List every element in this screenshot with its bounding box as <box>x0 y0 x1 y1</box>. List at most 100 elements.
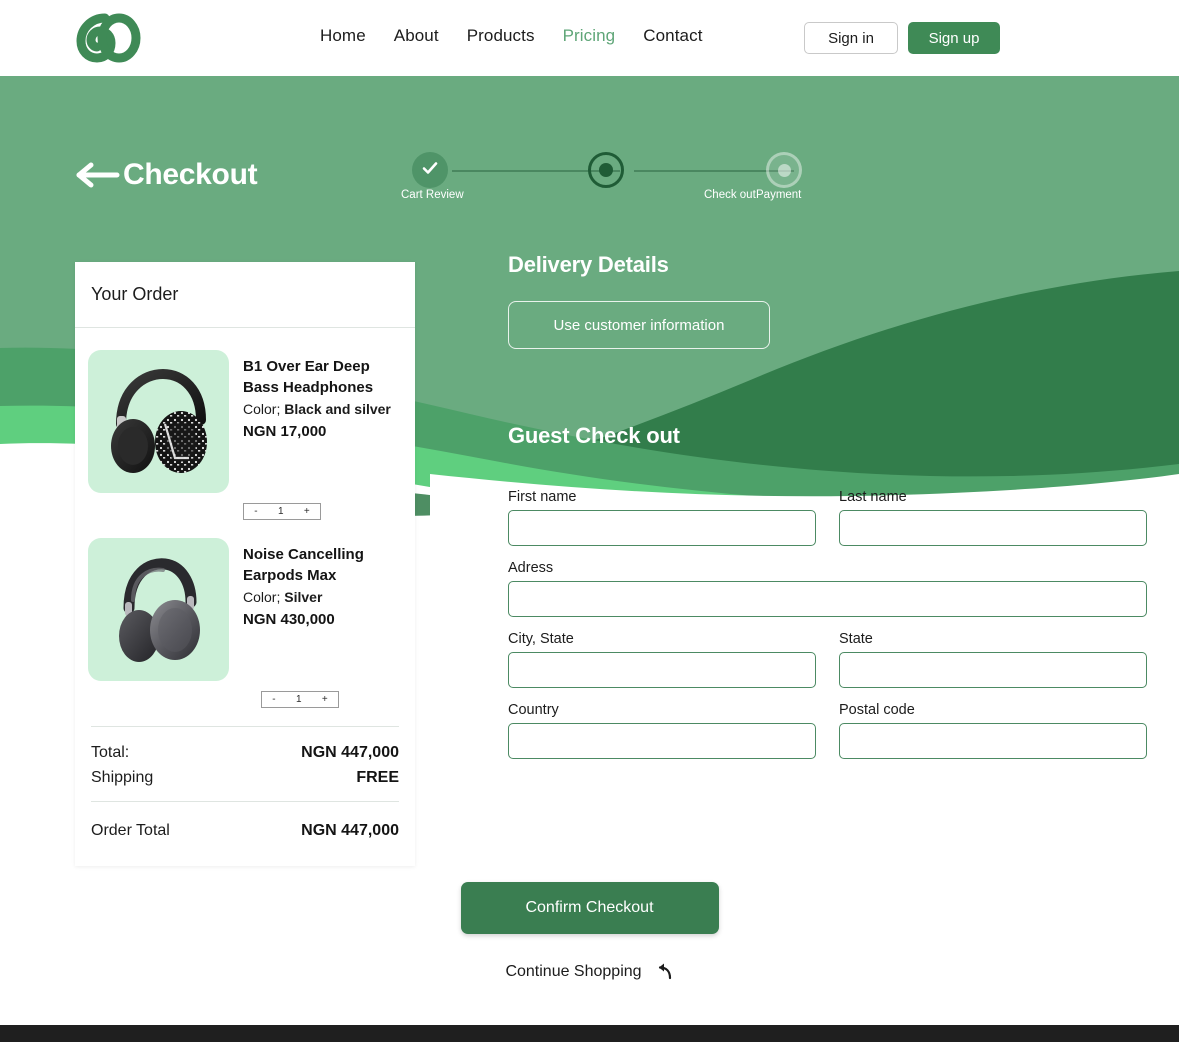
continue-shopping-link[interactable]: Continue Shopping <box>505 962 673 982</box>
color-value: Black and silver <box>284 401 391 417</box>
page-title: Checkout <box>123 158 258 191</box>
auth-buttons: Sign in Sign up <box>804 22 1000 54</box>
over-ear-headphones-image <box>88 350 229 493</box>
qty-increment-button[interactable]: + <box>304 506 310 517</box>
arrow-left-icon[interactable] <box>75 161 121 189</box>
order-items-list: B1 Over Ear Deep Bass Headphones Color; … <box>75 328 415 708</box>
use-customer-information-button[interactable]: Use customer information <box>508 301 770 349</box>
state-group: State <box>839 631 1147 688</box>
nav-item-home[interactable]: Home <box>320 26 366 46</box>
step-label-payment: Payment <box>756 189 802 201</box>
qty-decrement-button[interactable]: - <box>272 694 275 705</box>
order-item-qty-row: - 1 + <box>75 691 415 708</box>
order-totals: Total: NGN 447,000 Shipping FREE <box>75 727 415 787</box>
city-state-field[interactable] <box>508 652 816 688</box>
delivery-column: Delivery Details Use customer informatio… <box>508 252 1168 773</box>
state-label: State <box>839 631 873 647</box>
state-field[interactable] <box>839 652 1147 688</box>
form-row: City, State State <box>508 631 1147 688</box>
confirm-checkout-button[interactable]: Confirm Checkout <box>460 882 719 934</box>
delivery-details-title: Delivery Details <box>508 252 669 277</box>
total-row: Total: NGN 447,000 <box>91 744 399 762</box>
first-name-field[interactable] <box>508 510 816 546</box>
order-item-price: NGN 17,000 <box>243 423 327 440</box>
earpods-max-image <box>88 538 229 681</box>
last-name-group: Last name <box>839 489 1147 546</box>
first-name-group: First name <box>508 489 816 546</box>
grand-total-value: NGN 447,000 <box>301 822 399 839</box>
quantity-stepper[interactable]: - 1 + <box>261 691 339 708</box>
co-logo[interactable] <box>75 12 143 64</box>
address-group: Adress <box>508 560 1147 617</box>
shipping-value: FREE <box>356 769 399 786</box>
country-label: Country <box>508 702 559 718</box>
checkout-stepper: Cart Review Check out Payment <box>401 152 806 208</box>
step-label-cart-review: Cart Review <box>401 189 464 201</box>
country-group: Country <box>508 702 816 759</box>
last-name-label: Last name <box>839 489 907 505</box>
order-item: B1 Over Ear Deep Bass Headphones Color; … <box>75 328 415 493</box>
step-cart-review[interactable] <box>412 152 448 188</box>
nav-item-pricing[interactable]: Pricing <box>563 26 616 46</box>
order-item-qty-row: - 1 + <box>75 503 415 520</box>
form-row: Country Postal code <box>508 702 1147 759</box>
total-value: NGN 447,000 <box>301 744 399 761</box>
site-header: Home About Products Pricing Contact Sign… <box>0 0 1179 76</box>
nav-item-contact[interactable]: Contact <box>643 26 702 46</box>
qty-value: 1 <box>295 693 302 705</box>
step-label-check-out: Check out <box>704 189 756 201</box>
order-item-color: Color; Black and silver <box>243 401 408 417</box>
grand-total-label: Order Total <box>91 822 170 839</box>
order-summary-card: Your Order B1 Over Ear Deep Bass Headpho… <box>75 262 415 866</box>
order-item-name: Noise Cancelling Earpods Max <box>243 546 364 584</box>
checkout-actions: Confirm Checkout Continue Shopping <box>0 882 1179 982</box>
order-card-header: Your Order <box>75 262 415 328</box>
nav-item-products[interactable]: Products <box>467 26 535 46</box>
step-payment[interactable] <box>766 152 802 188</box>
order-item-info: B1 Over Ear Deep Bass Headphones Color; … <box>243 350 408 493</box>
continue-shopping-label: Continue Shopping <box>505 963 642 980</box>
grand-total-row: Order Total NGN 447,000 <box>91 822 399 840</box>
last-name-field[interactable] <box>839 510 1147 546</box>
dot-icon <box>777 163 791 177</box>
qty-value: 1 <box>277 505 284 517</box>
first-name-label: First name <box>508 489 577 505</box>
sign-in-button[interactable]: Sign in <box>804 22 898 54</box>
dot-icon <box>599 163 613 177</box>
bottom-bar <box>0 1025 1179 1042</box>
shipping-label: Shipping <box>91 769 154 786</box>
sign-up-button[interactable]: Sign up <box>908 22 1000 54</box>
color-label: Color; <box>243 401 281 417</box>
city-state-label: City, State <box>508 631 574 647</box>
guest-checkout-title: Guest Check out <box>508 423 680 448</box>
check-icon <box>420 158 440 183</box>
postal-code-group: Postal code <box>839 702 1147 759</box>
order-item-info: Noise Cancelling Earpods Max Color; Silv… <box>243 538 408 681</box>
qty-increment-button[interactable]: + <box>322 694 328 705</box>
country-field[interactable] <box>508 723 816 759</box>
order-item: Noise Cancelling Earpods Max Color; Silv… <box>75 520 415 681</box>
city-state-group: City, State <box>508 631 816 688</box>
order-item-name: B1 Over Ear Deep Bass Headphones <box>243 358 374 396</box>
checkout-header: Checkout <box>75 158 258 192</box>
checkout-page: Home About Products Pricing Contact Sign… <box>0 0 1179 1042</box>
nav-item-about[interactable]: About <box>394 26 439 46</box>
order-item-price: NGN 430,000 <box>243 611 335 628</box>
shipping-row: Shipping FREE <box>91 769 399 787</box>
total-label: Total: <box>91 744 130 761</box>
quantity-stepper[interactable]: - 1 + <box>243 503 321 520</box>
undo-arrow-icon <box>654 962 674 982</box>
address-field[interactable] <box>508 581 1147 617</box>
guest-checkout-form: First name Last name Adress City, State <box>508 489 1147 759</box>
postal-code-label: Postal code <box>839 702 915 718</box>
postal-code-field[interactable] <box>839 723 1147 759</box>
form-row: First name Last name <box>508 489 1147 546</box>
form-row: Adress <box>508 560 1147 617</box>
qty-decrement-button[interactable]: - <box>254 506 257 517</box>
order-grand-total: Order Total NGN 447,000 <box>75 802 415 866</box>
main-nav: Home About Products Pricing Contact <box>320 26 703 46</box>
order-heading: Your Order <box>91 284 179 304</box>
color-value: Silver <box>284 589 323 605</box>
address-label: Adress <box>508 560 554 576</box>
step-check-out[interactable] <box>588 152 624 188</box>
